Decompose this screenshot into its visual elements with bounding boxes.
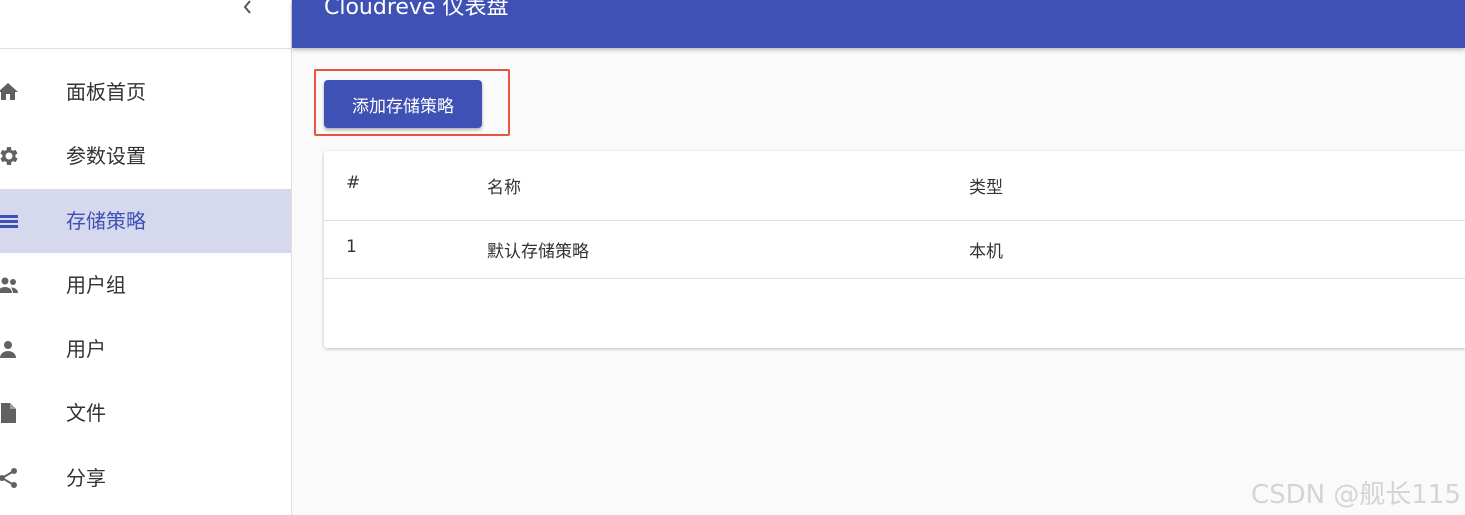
gear-icon: [0, 147, 18, 165]
sidebar-collapse-button[interactable]: [236, 0, 260, 16]
table-cell-number: 1: [346, 237, 357, 257]
sidebar: 面板首页 参数设置 存储策略 用户组 用户 文件 分享: [0, 0, 292, 515]
add-storage-policy-button[interactable]: 添加存储策略: [324, 80, 482, 128]
table-header-row: # 名称 类型: [324, 151, 1465, 221]
sidebar-item-label: 用户: [66, 337, 106, 361]
storage-policy-table: # 名称 类型 1 默认存储策略 本机: [324, 151, 1465, 348]
share-icon: [0, 468, 17, 488]
app-bar: Cloudreve 仪表盘: [292, 0, 1465, 48]
sidebar-item-settings[interactable]: 参数设置: [0, 124, 291, 188]
sidebar-item-label: 参数设置: [66, 144, 146, 168]
sidebar-item-user-groups[interactable]: 用户组: [0, 253, 291, 317]
sidebar-item-label: 存储策略: [66, 209, 146, 233]
sidebar-item-users[interactable]: 用户: [0, 317, 291, 381]
file-icon: [1, 403, 16, 423]
table-cell-type: 本机: [969, 242, 1003, 262]
people-icon: [0, 277, 18, 293]
sidebar-item-storage-policy[interactable]: 存储策略: [0, 189, 291, 253]
column-header-number: #: [346, 173, 361, 193]
person-icon: [0, 341, 16, 358]
column-header-type: 类型: [969, 178, 1003, 198]
watermark: CSDN @舰长115: [1250, 480, 1461, 510]
list-icon: [0, 215, 18, 228]
column-header-name: 名称: [487, 178, 521, 198]
chevron-left-icon: [243, 0, 251, 14]
sidebar-item-label: 用户组: [66, 273, 126, 297]
page-title: Cloudreve 仪表盘: [324, 0, 509, 20]
sidebar-item-dashboard-home[interactable]: 面板首页: [0, 60, 291, 124]
sidebar-item-label: 面板首页: [66, 80, 146, 104]
sidebar-item-files[interactable]: 文件: [0, 381, 291, 445]
sidebar-item-shares[interactable]: 分享: [0, 446, 291, 510]
sidebar-header: [0, 0, 291, 49]
home-icon: [0, 83, 18, 100]
table-row[interactable]: 1 默认存储策略 本机: [324, 221, 1465, 279]
sidebar-item-label: 文件: [66, 401, 106, 425]
table-cell-name: 默认存储策略: [487, 242, 589, 262]
sidebar-item-label: 分享: [66, 466, 106, 490]
